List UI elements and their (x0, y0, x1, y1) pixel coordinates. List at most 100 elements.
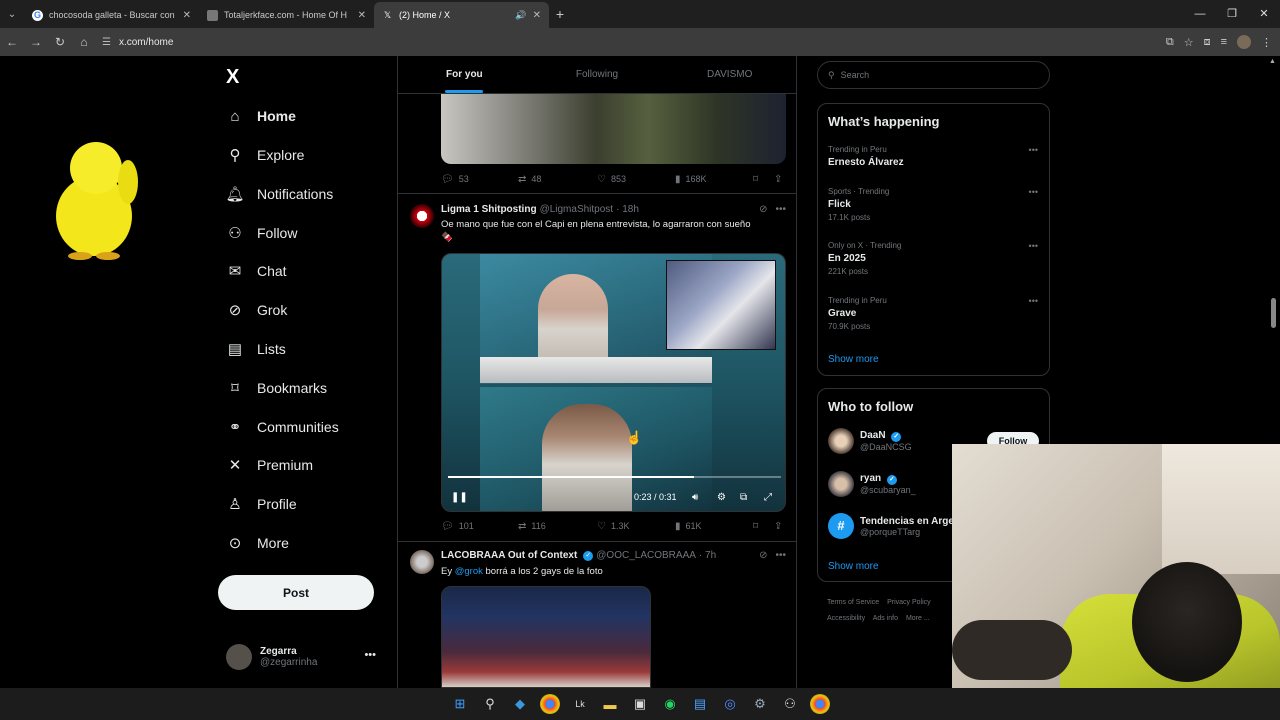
nav-follow[interactable]: ⚇ Follow (226, 221, 297, 245)
tab-following[interactable]: Following (531, 56, 664, 93)
close-window-icon[interactable]: ✕ (1248, 0, 1280, 28)
grok-icon[interactable]: ⊘ (759, 550, 767, 561)
more-dots-icon[interactable]: ••• (1029, 187, 1038, 197)
browser-tab-3[interactable]: 𝕏 (2) Home / X 🔊 ✕ (374, 2, 549, 28)
home-browser-icon[interactable]: ⌂ (72, 35, 96, 49)
close-tab-icon[interactable]: ✕ (358, 10, 366, 21)
video-player[interactable]: ❚❚ 0:23 / 0:31 🔊︎ ⚙ ⧉ ⤢ (441, 253, 786, 512)
speaker-icon[interactable]: 🔊 (515, 10, 526, 21)
bookmark-button[interactable]: ⌑ (753, 174, 763, 185)
new-tab-icon[interactable]: + (549, 6, 571, 22)
avatar[interactable] (410, 204, 434, 228)
post-image[interactable] (441, 94, 786, 164)
reply-button[interactable]: 💬︎ 53 (441, 174, 469, 185)
account-switcher[interactable]: Zegarra @zegarrinha ••• (226, 641, 386, 673)
nav-profile[interactable]: ♙ Profile (226, 492, 296, 516)
minimize-icon[interactable]: — (1184, 0, 1216, 28)
more-dots-icon[interactable]: ••• (1029, 241, 1038, 251)
windows-start-icon[interactable]: ⊞ (450, 694, 470, 714)
x-logo[interactable]: X (226, 66, 239, 89)
footer-link[interactable]: Terms of Service (827, 599, 879, 606)
nav-communities[interactable]: ⚭ Communities (226, 415, 339, 439)
browser-menu-icon[interactable]: ⋮ (1261, 36, 1272, 49)
pip-icon[interactable]: ⧉ (740, 492, 747, 503)
like-button[interactable]: ♡ 1.3K (597, 521, 629, 532)
footer-link[interactable]: Ads info (873, 615, 898, 622)
folder-icon[interactable]: ▬ (600, 694, 620, 714)
browser-tab-2[interactable]: Totaljerkface.com - Home Of H ✕ (199, 2, 374, 28)
forward-icon[interactable]: → (24, 35, 48, 49)
tab-search-icon[interactable]: ⌄ (0, 0, 24, 28)
more-dots-icon[interactable]: ••• (1029, 145, 1038, 155)
settings-icon[interactable]: ⚙ (717, 492, 726, 503)
nav-chat[interactable]: ✉ Chat (226, 259, 287, 283)
tab-for-you[interactable]: For you (398, 56, 531, 93)
star-icon[interactable]: ☆ (1184, 36, 1194, 49)
author-handle[interactable]: @LigmaShitpost (540, 204, 614, 215)
install-icon[interactable]: ⧉ (1166, 36, 1174, 49)
reload-icon[interactable]: ↻ (48, 35, 72, 49)
author-name[interactable]: Ligma 1 Shitposting (441, 204, 537, 215)
notepad-icon[interactable]: ▤ (690, 694, 710, 714)
share-button[interactable]: ⇪ (774, 174, 787, 185)
post-time[interactable]: · 18h (616, 204, 639, 215)
nav-grok[interactable]: ⊘ Grok (226, 298, 288, 322)
nav-explore[interactable]: ⚲ Explore (226, 143, 305, 167)
search-input[interactable]: ⚲ Search (817, 61, 1050, 89)
footer-link[interactable]: Accessibility (827, 615, 865, 622)
browser-icon[interactable]: ◎ (720, 694, 740, 714)
footer-link[interactable]: More ... (906, 615, 930, 622)
profile-avatar-icon[interactable] (1237, 35, 1251, 49)
reply-button[interactable]: 💬︎ 101 (441, 521, 474, 532)
repost-button[interactable]: ⇄ 116 (518, 521, 546, 532)
scroll-up-icon[interactable]: ▲ (1269, 58, 1276, 65)
more-dots-icon[interactable]: ••• (775, 550, 786, 561)
views-button[interactable]: ▮ 61K (675, 521, 702, 532)
close-tab-icon[interactable]: ✕ (533, 10, 541, 21)
url-field[interactable]: ☰ x.com/home (102, 37, 1102, 48)
trend-item[interactable]: Trending in Peru Ernesto Álvarez ••• (828, 145, 1038, 168)
avatar[interactable] (410, 550, 434, 574)
tab-davismo[interactable]: DAVISMO (663, 56, 796, 93)
app-icon[interactable]: Lk (570, 694, 590, 714)
repost-button[interactable]: ⇄ 48 (518, 174, 541, 185)
post-image[interactable] (441, 586, 651, 688)
nav-premium[interactable]: ✕ Premium (226, 453, 313, 477)
site-info-icon[interactable]: ☰ (102, 37, 111, 48)
views-button[interactable]: ▮ 168K (675, 174, 707, 185)
vscode-icon[interactable]: ◆ (510, 694, 530, 714)
close-tab-icon[interactable]: ✕ (183, 10, 191, 21)
chrome-icon[interactable] (810, 694, 830, 714)
author-name[interactable]: LACOBRAAA Out of Context (441, 550, 577, 561)
post-time[interactable]: · 7h (699, 550, 716, 561)
chrome-icon[interactable] (540, 694, 560, 714)
footer-link[interactable]: Privacy Policy (887, 599, 931, 606)
maximize-icon[interactable]: ❐ (1216, 0, 1248, 28)
search-icon[interactable]: ⚲ (480, 694, 500, 714)
store-icon[interactable]: ▣ (630, 694, 650, 714)
share-button[interactable]: ⇪ (774, 521, 787, 532)
more-dots-icon[interactable]: ••• (1029, 296, 1038, 306)
show-more-link[interactable]: Show more (828, 354, 879, 365)
grok-icon[interactable]: ⊘ (759, 204, 767, 215)
whatsapp-icon[interactable]: ◉ (660, 694, 680, 714)
mention-link[interactable]: @grok (455, 566, 483, 577)
browser-tab-1[interactable]: G chocosoda galleta - Buscar con ✕ (24, 2, 199, 28)
volume-icon[interactable]: 🔊︎ (692, 492, 698, 503)
nav-lists[interactable]: ▤ Lists (226, 337, 286, 361)
trend-item[interactable]: Trending in Peru Grave 70.9K posts ••• (828, 296, 1038, 331)
pause-icon[interactable]: ❚❚ (451, 492, 468, 503)
nav-home[interactable]: ⌂ Home (226, 104, 295, 128)
fullscreen-icon[interactable]: ⤢ (764, 492, 772, 503)
steam-icon[interactable]: ⚙ (750, 694, 770, 714)
extensions-icon[interactable]: ⧈ (1204, 36, 1211, 49)
more-dots-icon[interactable]: ••• (775, 204, 786, 215)
more-dots-icon[interactable]: ••• (364, 649, 376, 661)
like-button[interactable]: ♡ 853 (597, 174, 626, 185)
trend-item[interactable]: Sports · Trending Flick 17.1K posts ••• (828, 187, 1038, 222)
post-button[interactable]: Post (218, 575, 374, 610)
nav-notifications[interactable]: 🔔︎ Notifications (225, 182, 333, 206)
nav-bookmarks[interactable]: ⌑ Bookmarks (226, 376, 327, 400)
video-progress-bar[interactable] (448, 476, 781, 478)
bookmark-button[interactable]: ⌑ (753, 521, 763, 532)
